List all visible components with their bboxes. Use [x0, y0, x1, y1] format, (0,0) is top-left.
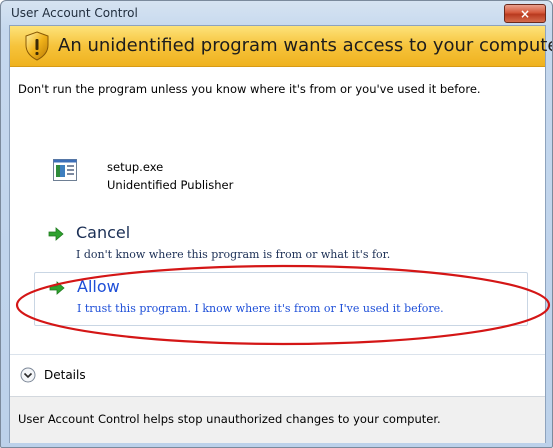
footer-text: User Account Control helps stop unauthor… [18, 412, 441, 426]
footer: User Account Control helps stop unauthor… [10, 396, 545, 443]
green-arrow-icon [48, 227, 64, 241]
chevron-down-icon [20, 367, 36, 383]
program-name: setup.exe [107, 160, 164, 174]
cancel-description: I don't know where this program is from … [76, 248, 391, 261]
program-icon [53, 159, 77, 181]
banner-title: An unidentified program wants access to … [58, 35, 553, 56]
details-toggle[interactable]: Details [10, 355, 545, 395]
allow-option-button[interactable]: Allow I trust this program. I know where… [34, 272, 528, 326]
details-label: Details [44, 368, 86, 382]
warning-banner: An unidentified program wants access to … [10, 26, 552, 67]
cancel-option-button[interactable]: Cancel I don't know where this program i… [34, 219, 526, 271]
cancel-title: Cancel [76, 223, 131, 242]
close-icon: × [519, 6, 531, 21]
title-bar: User Account Control × [1, 1, 552, 25]
green-arrow-icon [49, 281, 65, 295]
warning-description: Don't run the program unless you know wh… [18, 82, 481, 96]
uac-dialog: User Account Control × An unidentified p… [0, 0, 553, 448]
allow-description: I trust this program. I know where it's … [77, 302, 444, 315]
allow-title: Allow [77, 277, 120, 296]
program-publisher: Unidentified Publisher [107, 178, 234, 192]
shield-warning-icon [25, 31, 49, 61]
dialog-content: An unidentified program wants access to … [9, 25, 552, 443]
window-title: User Account Control [11, 6, 138, 20]
close-button[interactable]: × [504, 4, 546, 23]
